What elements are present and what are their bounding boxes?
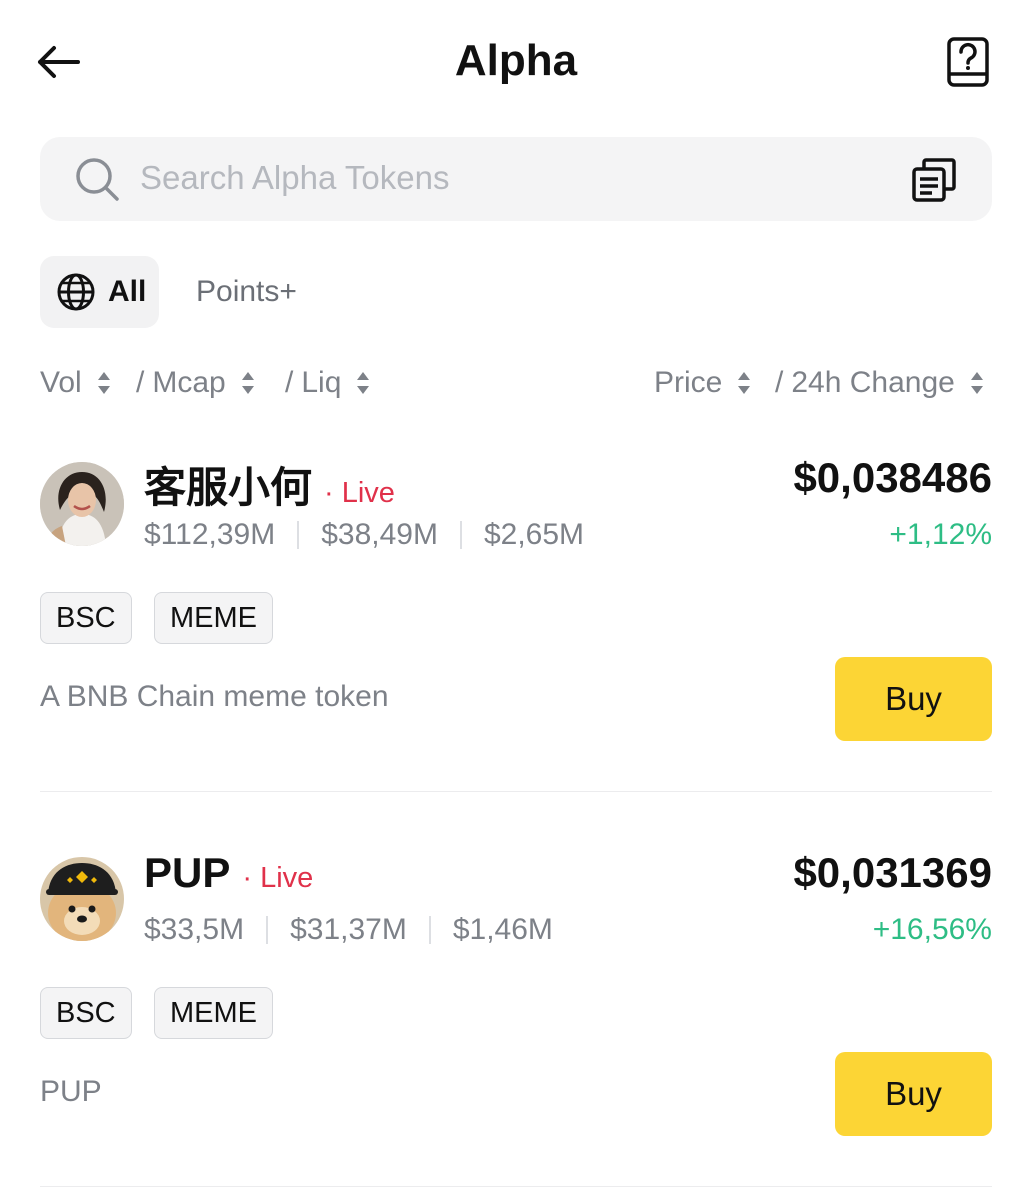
token-price: $0,038486 — [793, 454, 992, 501]
arrow-left-icon — [38, 46, 80, 78]
row-divider — [40, 1186, 992, 1187]
buy-button[interactable]: Buy — [835, 657, 992, 741]
sort-price-label: Price — [654, 366, 723, 399]
help-button[interactable] — [940, 34, 996, 90]
separator: / — [775, 366, 784, 399]
tab-points-plus[interactable]: Points+ — [196, 256, 297, 328]
sort-arrows-icon — [97, 372, 110, 394]
sort-arrows-icon — [970, 372, 983, 394]
tab-all-label: All — [108, 275, 147, 308]
separator: / — [136, 366, 145, 399]
token-description: A BNB Chain meme token — [40, 680, 389, 713]
row-divider — [40, 791, 992, 792]
liquidity-value: $1,46M — [452, 913, 553, 946]
token-name-text: 客服小何 — [144, 464, 313, 511]
mcap-value: $38,49M — [321, 518, 438, 551]
separator: / — [285, 366, 294, 399]
divider — [428, 916, 431, 944]
list-copy-icon — [912, 158, 956, 202]
tag-chip[interactable]: MEME — [154, 592, 273, 644]
token-name-text: PUP — [144, 849, 231, 896]
divider — [297, 521, 300, 549]
header: Alpha — [0, 0, 1032, 120]
sort-vol[interactable]: Vol — [40, 366, 112, 400]
sort-arrows-icon — [738, 372, 751, 394]
live-status: · Live — [242, 862, 314, 894]
sort-price[interactable]: Price — [654, 366, 752, 400]
token-description: PUP — [40, 1075, 102, 1108]
sort-24h-change[interactable]: / 24h Change — [775, 366, 985, 400]
sort-liq-label: Liq — [301, 366, 342, 399]
sort-change-label: 24h Change — [791, 366, 955, 399]
tag-chip[interactable]: BSC — [40, 592, 132, 644]
token-avatar — [40, 857, 124, 941]
liquidity-value: $2,65M — [483, 518, 585, 551]
search-input[interactable] — [140, 150, 880, 206]
question-book-icon — [947, 37, 989, 87]
sort-mcap[interactable]: / Mcap — [136, 366, 256, 400]
token-change: +1,12% — [889, 518, 992, 551]
token-price: $0,031369 — [793, 849, 992, 896]
tag-chip[interactable]: MEME — [154, 987, 273, 1039]
sort-vol-label: Vol — [40, 366, 82, 399]
divider — [459, 521, 462, 549]
token-metrics: $112,39M $38,49M $2,65M — [144, 518, 584, 552]
page-title: Alpha — [454, 36, 578, 85]
tag-chip[interactable]: BSC — [40, 987, 132, 1039]
search-icon — [76, 158, 119, 201]
volume-value: $33,5M — [144, 913, 245, 946]
live-status: · Live — [324, 477, 395, 509]
divider — [266, 916, 269, 944]
token-change: +16,56% — [872, 913, 992, 946]
sort-arrows-icon — [357, 372, 370, 394]
sort-liq[interactable]: / Liq — [285, 366, 371, 400]
token-avatar — [40, 462, 124, 546]
sort-header: Vol / Mcap / Liq Price / 24h Change — [40, 360, 992, 408]
token-name: 客服小何 · Live — [144, 454, 395, 515]
globe-icon — [57, 273, 95, 311]
watchlist-button[interactable] — [906, 152, 962, 208]
sort-mcap-label: Mcap — [152, 366, 226, 399]
volume-value: $112,39M — [144, 518, 276, 551]
sort-arrows-icon — [241, 372, 254, 394]
mcap-value: $31,37M — [290, 913, 407, 946]
token-name: PUP · Live — [144, 849, 313, 897]
buy-button[interactable]: Buy — [835, 1052, 992, 1136]
back-button[interactable] — [34, 40, 82, 84]
tab-all[interactable]: All — [40, 256, 159, 328]
token-metrics: $33,5M $31,37M $1,46M — [144, 913, 553, 947]
